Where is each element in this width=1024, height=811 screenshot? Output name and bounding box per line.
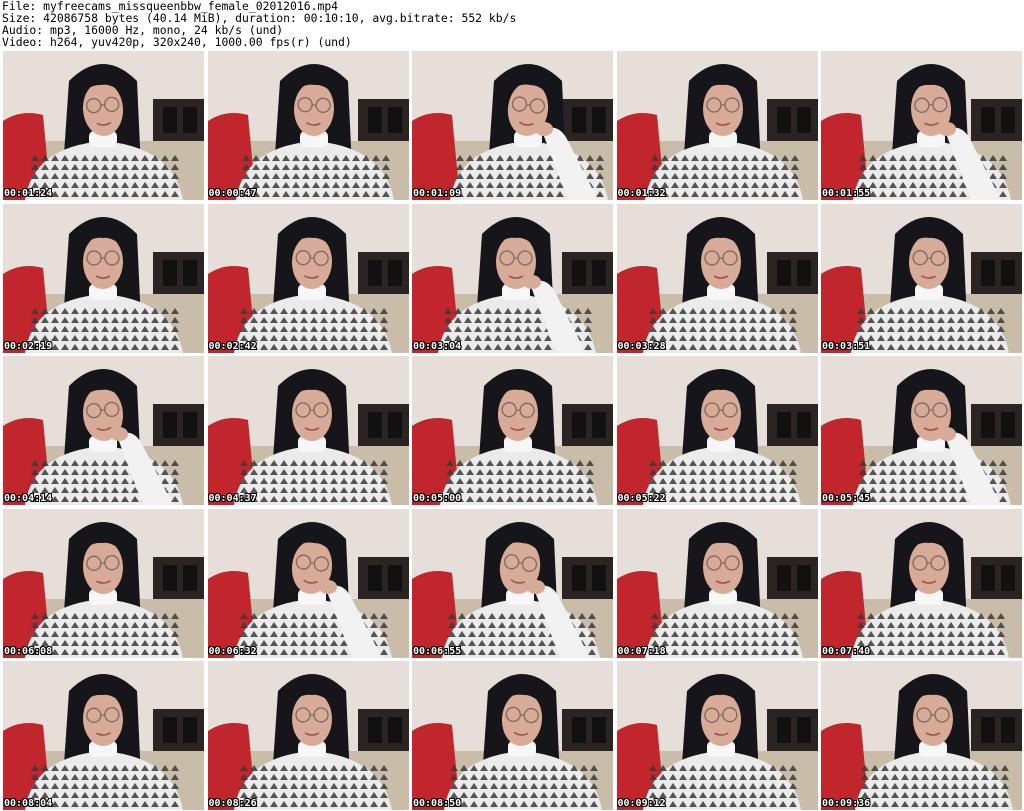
frame-image xyxy=(3,508,204,658)
frame-timestamp: 00:02:42 xyxy=(208,340,257,352)
frame-timestamp: 00:02:19 xyxy=(4,340,53,352)
thumbnail-frame: 00:04:14 xyxy=(3,356,204,505)
frame-timestamp: 00:06:08 xyxy=(4,645,53,657)
thumbnail-frame: 00:02:19 xyxy=(3,203,204,353)
thumbnail-frame: 00:06:32 xyxy=(207,508,409,658)
thumbnail-frame: 00:01:24 xyxy=(3,51,204,200)
thumbnail-frame: 00:08:04 xyxy=(3,661,204,810)
frame-image xyxy=(412,508,613,658)
frame-image xyxy=(616,356,818,505)
frame-timestamp: 00:07:18 xyxy=(617,645,666,657)
thumbnail-frame: 00:07:18 xyxy=(616,508,818,658)
frame-image xyxy=(412,203,613,353)
video-info-line: Video: h264, yuv420p, 320x240, 1000.00 f… xyxy=(2,35,352,49)
thumbnail-frame: 00:03:28 xyxy=(616,203,818,353)
thumbnail-frame: 00:06:08 xyxy=(3,508,204,658)
frame-image xyxy=(412,51,613,200)
frame-image xyxy=(821,356,1022,505)
frame-timestamp: 00:01:09 xyxy=(413,188,462,199)
frame-timestamp: 00:08:50 xyxy=(413,798,462,809)
thumbnail-frame: 00:07:40 xyxy=(821,508,1022,658)
frame-timestamp: 00:09:12 xyxy=(617,798,666,809)
thumbnail-frame: 00:08:26 xyxy=(207,661,409,810)
thumbnail-frame: 00:00:47 xyxy=(207,51,409,200)
frame-timestamp: 00:05:22 xyxy=(617,493,666,504)
thumbnail-frame: 00:04:37 xyxy=(207,356,409,505)
frame-image xyxy=(3,203,204,353)
frame-image xyxy=(821,203,1022,353)
frame-image xyxy=(821,51,1022,200)
frame-timestamp: 00:09:36 xyxy=(822,798,871,809)
frame-image xyxy=(616,203,818,353)
frame-image xyxy=(616,51,818,200)
frame-image xyxy=(207,356,409,505)
frame-timestamp: 00:01:55 xyxy=(822,188,871,199)
frame-timestamp: 00:00:47 xyxy=(208,188,257,199)
frame-timestamp: 00:04:14 xyxy=(4,493,53,504)
frame-image xyxy=(412,356,613,505)
video-info-header: File: myfreecams_missqueenbbw_female_020… xyxy=(2,0,1022,48)
frame-image xyxy=(821,661,1022,810)
frame-image xyxy=(3,661,204,810)
thumbnail-frame: 00:05:00 xyxy=(412,356,613,505)
thumbnail-frame: 00:01:55 xyxy=(821,51,1022,200)
frame-image xyxy=(821,508,1022,658)
frame-timestamp: 00:03:04 xyxy=(413,340,462,352)
frame-timestamp: 00:05:45 xyxy=(822,493,871,504)
frame-image xyxy=(616,508,818,658)
frame-timestamp: 00:07:40 xyxy=(822,645,871,657)
thumbnail-frame: 00:01:32 xyxy=(616,51,818,200)
frame-image xyxy=(207,508,409,658)
thumbnail-frame: 00:02:42 xyxy=(207,203,409,353)
frame-timestamp: 00:01:32 xyxy=(617,188,666,199)
frame-image xyxy=(412,661,613,810)
frame-image xyxy=(207,51,409,200)
thumbnail-frame: 00:05:45 xyxy=(821,356,1022,505)
thumbnail-frame: 00:01:09 xyxy=(412,51,613,200)
thumbnail-frame: 00:09:36 xyxy=(821,661,1022,810)
frame-timestamp: 00:08:04 xyxy=(4,798,53,809)
frame-image xyxy=(616,661,818,810)
thumbnail-frame: 00:05:22 xyxy=(616,356,818,505)
frame-image xyxy=(3,356,204,505)
frame-image xyxy=(3,51,204,200)
frame-timestamp: 00:04:37 xyxy=(208,493,257,504)
frame-image xyxy=(207,661,409,810)
frame-timestamp: 00:06:55 xyxy=(413,645,462,657)
thumbnail-frame: 00:06:55 xyxy=(412,508,613,658)
thumbnail-frame: 00:09:12 xyxy=(616,661,818,810)
thumbnail-frame: 00:03:04 xyxy=(412,203,613,353)
thumbnail-frame: 00:03:51 xyxy=(821,203,1022,353)
thumbnail-grid: 00:01:24 00:00:47 00:01:09 00:01:32 00:01:55… xyxy=(3,51,1022,810)
frame-timestamp: 00:03:28 xyxy=(617,340,666,352)
thumbnail-frame: 00:08:50 xyxy=(412,661,613,810)
frame-timestamp: 00:01:24 xyxy=(4,188,53,199)
frame-timestamp: 00:08:26 xyxy=(208,798,257,809)
frame-image xyxy=(207,203,409,353)
frame-timestamp: 00:06:32 xyxy=(208,645,257,657)
frame-timestamp: 00:05:00 xyxy=(413,493,462,504)
frame-timestamp: 00:03:51 xyxy=(822,340,871,352)
